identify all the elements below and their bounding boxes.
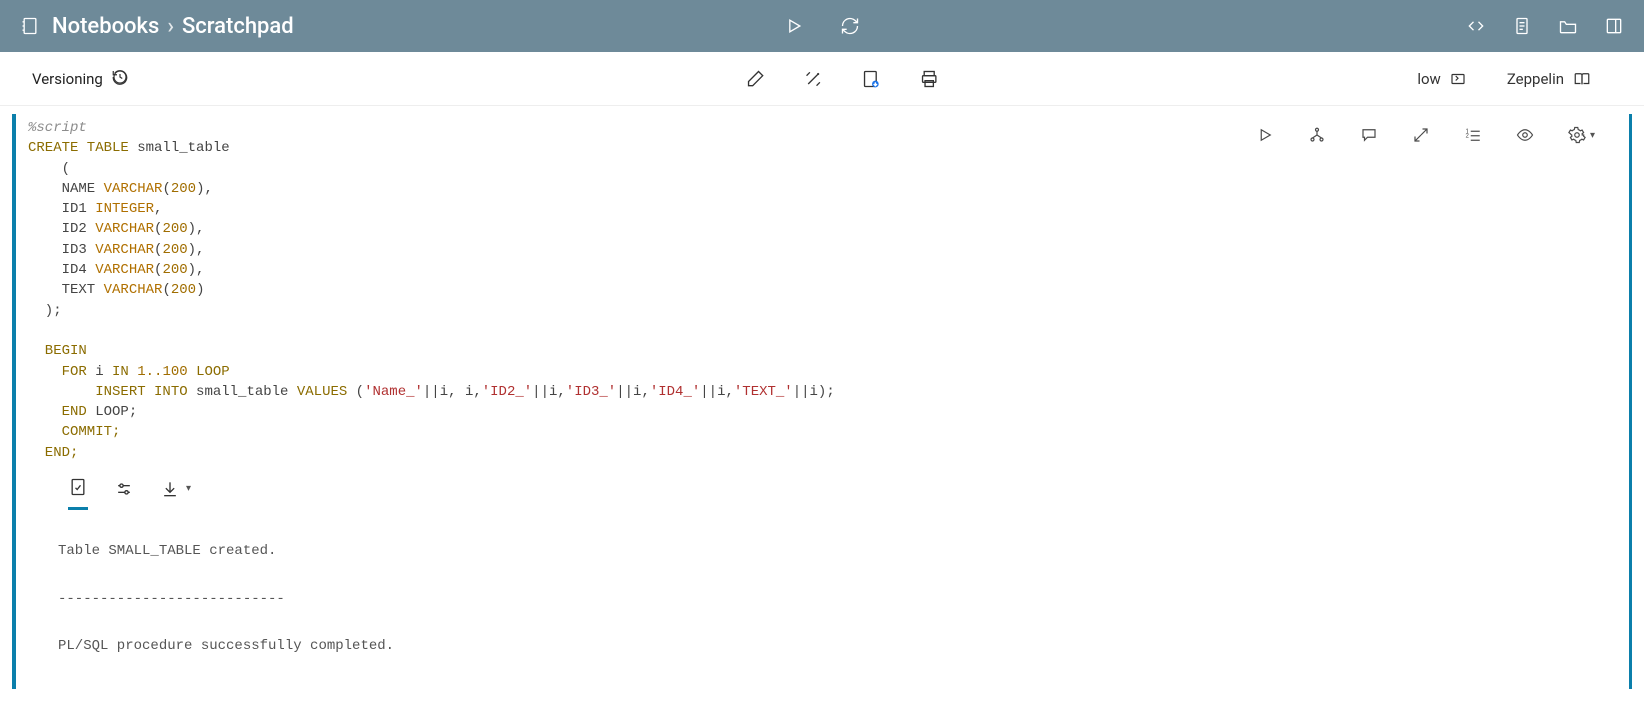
breadcrumb: Notebooks › Scratchpad [16, 12, 294, 40]
visibility-icon[interactable] [1512, 122, 1538, 148]
run-cell-icon[interactable] [1252, 122, 1278, 148]
eraser-icon[interactable] [741, 65, 769, 93]
comment-icon[interactable] [1356, 122, 1382, 148]
folder-icon[interactable] [1554, 12, 1582, 40]
settings-tab[interactable] [114, 479, 134, 509]
secondary-toolbar: Versioning low Zeppelin [0, 52, 1644, 106]
priority-control[interactable]: low [1417, 70, 1466, 88]
output-area: Table SMALL_TABLE created. -------------… [28, 510, 1621, 679]
document-icon[interactable] [1508, 12, 1536, 40]
svg-text:2: 2 [1465, 132, 1469, 139]
notebook-icon [16, 12, 44, 40]
refresh-icon[interactable] [836, 12, 864, 40]
print-icon[interactable] [915, 65, 943, 93]
panel-icon[interactable] [1600, 12, 1628, 40]
save-download-icon[interactable] [857, 65, 885, 93]
line-numbers-icon[interactable]: 12 [1460, 122, 1486, 148]
code-cell: 12 ▾ %script CREATE TABLE small_table ( … [0, 106, 1644, 709]
zeppelin-control[interactable]: Zeppelin [1507, 70, 1592, 88]
code-editor[interactable]: %script CREATE TABLE small_table ( NAME … [28, 118, 1621, 463]
result-tabs: ▾ [28, 463, 1621, 510]
low-label: low [1417, 70, 1440, 88]
expand-icon[interactable] [1408, 122, 1434, 148]
versioning-control[interactable]: Versioning [32, 68, 129, 90]
output-separator: --------------------------- [58, 591, 285, 607]
breadcrumb-root[interactable]: Notebooks [52, 14, 159, 39]
zeppelin-label: Zeppelin [1507, 70, 1564, 88]
cell-toolbar: 12 ▾ [1252, 122, 1599, 148]
top-bar: Notebooks › Scratchpad [0, 0, 1644, 52]
output-line-2: PL/SQL procedure successfully completed. [58, 638, 394, 654]
output-line-1: Table SMALL_TABLE created. [58, 543, 276, 559]
settings-icon[interactable]: ▾ [1564, 122, 1599, 148]
history-icon [111, 68, 129, 90]
magic-icon[interactable] [799, 65, 827, 93]
chevron-right-icon: › [167, 14, 174, 39]
dependency-tree-icon[interactable] [1304, 122, 1330, 148]
run-all-icon[interactable] [780, 12, 808, 40]
download-tab[interactable]: ▾ [160, 479, 191, 509]
versioning-label: Versioning [32, 70, 103, 88]
script-output-tab[interactable] [68, 477, 88, 510]
breadcrumb-current[interactable]: Scratchpad [182, 14, 294, 39]
code-icon[interactable] [1462, 12, 1490, 40]
